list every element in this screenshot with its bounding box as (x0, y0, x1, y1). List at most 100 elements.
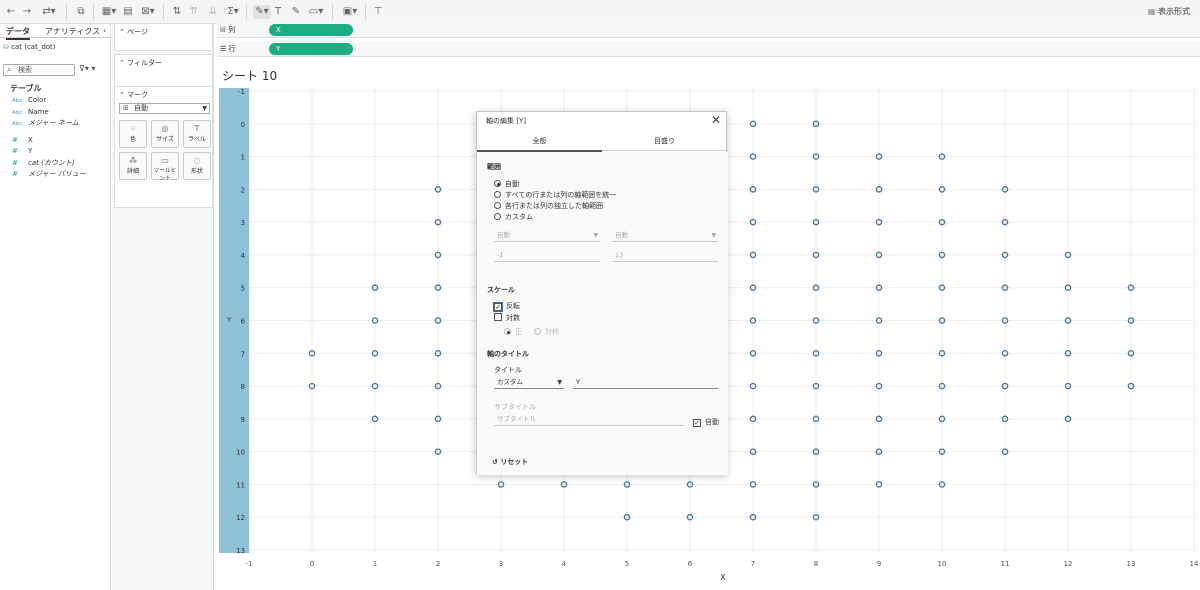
collapse-pane-icon[interactable]: ‹ (103, 26, 106, 35)
clear-sheet-icon[interactable]: ⊠▾ (140, 5, 156, 19)
x-tick-label: 0 (310, 560, 314, 568)
show-labels-icon[interactable]: T (273, 5, 283, 19)
marks-title: マーク (127, 91, 149, 99)
x-tick-label: 9 (877, 560, 881, 568)
columns-pill-x[interactable]: X (269, 24, 353, 36)
pages-title: ページ (127, 28, 148, 36)
search-icon: ⌕ (7, 65, 12, 74)
field-name: Color (28, 96, 47, 104)
y-tick-label: 6 (241, 318, 246, 326)
size-icon: ◎ (161, 124, 169, 133)
title-input[interactable]: Y (573, 377, 718, 389)
subtitle-auto-checkbox[interactable]: ✓ 自動 (693, 417, 719, 427)
label-icon: T (194, 124, 200, 133)
field-item[interactable]: # Y (12, 146, 32, 157)
measure-type-icon: # (12, 158, 18, 167)
x-tick-label: 14 (1190, 560, 1199, 568)
data-pane: データ アナリティクス ‹ ⛁ cat (cat_dot) ⌕ 検索 ⊽▾ ▾ テ… (0, 24, 111, 590)
color-button[interactable]: ⁘ 色 (119, 120, 147, 148)
x-tick-label: 5 (625, 560, 629, 568)
tab-data[interactable]: データ (6, 26, 30, 40)
detail-button[interactable]: ⁂ 詳細 (119, 152, 147, 180)
field-item[interactable]: Abc Name (12, 107, 49, 118)
collapse-icon[interactable]: ⌃ (119, 91, 125, 99)
rows-label: 行 (228, 45, 236, 53)
sort-ascending-icon[interactable]: ⇈ (188, 5, 200, 19)
fit-icon[interactable]: ▭▾ (307, 5, 325, 19)
shape-button[interactable]: ◌ 形状 (183, 152, 211, 180)
datasource-item[interactable]: ⛁ cat (cat_dot) (3, 43, 56, 51)
filter-icon[interactable]: ⊽▾ ▾ (79, 64, 95, 73)
x-tick-label: 8 (814, 560, 818, 568)
range-independent-radio[interactable]: 各行または列の独立した軸範囲 (494, 201, 603, 211)
collapse-icon[interactable]: ⌃ (119, 28, 125, 36)
size-label: サイズ (156, 136, 174, 143)
range-start-dropdown[interactable]: 自動 ▼ (494, 230, 600, 242)
chevron-down-icon: ▼ (557, 379, 562, 386)
symmetric-radio[interactable]: 対称 (534, 327, 559, 337)
totals-icon[interactable]: Σ▾ (226, 5, 240, 19)
redo-icon[interactable]: → (22, 5, 32, 19)
field-item[interactable]: Abc Color (12, 95, 46, 106)
range-uniform-radio[interactable]: すべての行または列の軸範囲を統一 (494, 190, 616, 200)
show-me-button[interactable]: ▦ 表示形式 (1148, 5, 1190, 19)
share-icon[interactable]: ⊤ (373, 5, 383, 19)
fix-axes-icon[interactable]: ✎ (291, 5, 301, 19)
y-axis-title[interactable]: Y (226, 316, 232, 324)
undo-icon[interactable]: ← (6, 5, 16, 19)
field-name: Y (28, 147, 33, 155)
size-button[interactable]: ◎ サイズ (151, 120, 179, 148)
input-value: Y (576, 378, 580, 386)
range-end-dropdown[interactable]: 自動 ▼ (612, 230, 718, 242)
subtitle-input[interactable]: サブタイトル (494, 414, 684, 426)
range-end-input[interactable]: 13 (612, 250, 718, 262)
tab-tick-marks[interactable]: 目盛り (602, 136, 727, 146)
reversed-checkbox[interactable]: ✓ 反転 (493, 301, 520, 312)
highlight-icon[interactable]: ✎▾ (253, 5, 271, 19)
search-input[interactable]: ⌕ 検索 (3, 64, 75, 76)
field-name: メジャー ネーム (28, 119, 79, 127)
dimension-type-icon: Abc (12, 109, 23, 116)
title-mode-dropdown[interactable]: カスタム ▼ (494, 377, 564, 389)
columns-shelf[interactable]: iii 列 X (217, 22, 1200, 38)
duplicate-sheet-icon[interactable]: ▤ (122, 5, 134, 19)
sort-descending-icon[interactable]: ⇊ (207, 5, 219, 19)
swap-datasource-icon[interactable]: ⇄▾ (38, 5, 60, 19)
marks-card: ⌃ マーク ⊞ 自動 ▼ ⁘ 色 ◎ サイズ T ラベル ⁂ 詳細 ▭ ツールヒント ◌ 形状 (114, 86, 213, 208)
chevron-down-icon: ▼ (202, 105, 207, 112)
rows-shelf[interactable]: ☰ 行 Y (217, 41, 1200, 57)
range-auto-radio[interactable]: 自動 (494, 179, 519, 189)
radio-label: 各行または列の独立した軸範囲 (505, 202, 603, 210)
tooltip-button[interactable]: ▭ ツールヒント (151, 152, 179, 182)
presentation-icon[interactable]: ▣▾ (340, 5, 360, 19)
log-checkbox[interactable]: 対数 (494, 313, 520, 323)
tab-general[interactable]: 全般 (477, 136, 602, 152)
reset-button[interactable]: ↺ リセット (492, 457, 528, 467)
new-worksheet-icon[interactable]: ▦▾ (101, 5, 117, 19)
swap-rows-columns-icon[interactable]: ⇅ (171, 5, 183, 19)
pages-card[interactable]: ⌃ ページ (114, 24, 213, 51)
mark-type-value: 自動 (134, 104, 148, 112)
color-icon: ⁘ (129, 124, 137, 133)
measure-type-icon: # (12, 170, 18, 178)
x-axis-title[interactable]: X (720, 573, 726, 582)
field-item[interactable]: Abc メジャー ネーム (12, 118, 79, 129)
field-item[interactable]: # メジャー バリュー (12, 169, 86, 180)
field-name: Name (28, 107, 49, 116)
collapse-icon[interactable]: ⌃ (119, 59, 125, 67)
positive-radio[interactable]: 正 (504, 327, 522, 337)
tables-heading: テーブル (10, 84, 42, 93)
field-item[interactable]: # cat (カウント) (12, 158, 75, 169)
range-start-input[interactable]: -1 (494, 250, 600, 262)
radio-label: すべての行または列の軸範囲を統一 (505, 191, 617, 199)
field-item[interactable]: # X (12, 135, 33, 146)
mark-type-dropdown[interactable]: ⊞ 自動 ▼ (119, 103, 210, 114)
rows-pill-y[interactable]: Y (269, 43, 353, 55)
close-icon[interactable]: ✕ (711, 113, 721, 127)
range-custom-radio[interactable]: カスタム (494, 212, 533, 222)
new-datasource-icon[interactable]: ⧉ (75, 5, 87, 19)
label-button[interactable]: T ラベル (183, 120, 211, 148)
tab-analytics[interactable]: アナリティクス (45, 26, 100, 37)
dimension-type-icon: Abc (12, 121, 23, 127)
input-value: -1 (497, 251, 504, 259)
